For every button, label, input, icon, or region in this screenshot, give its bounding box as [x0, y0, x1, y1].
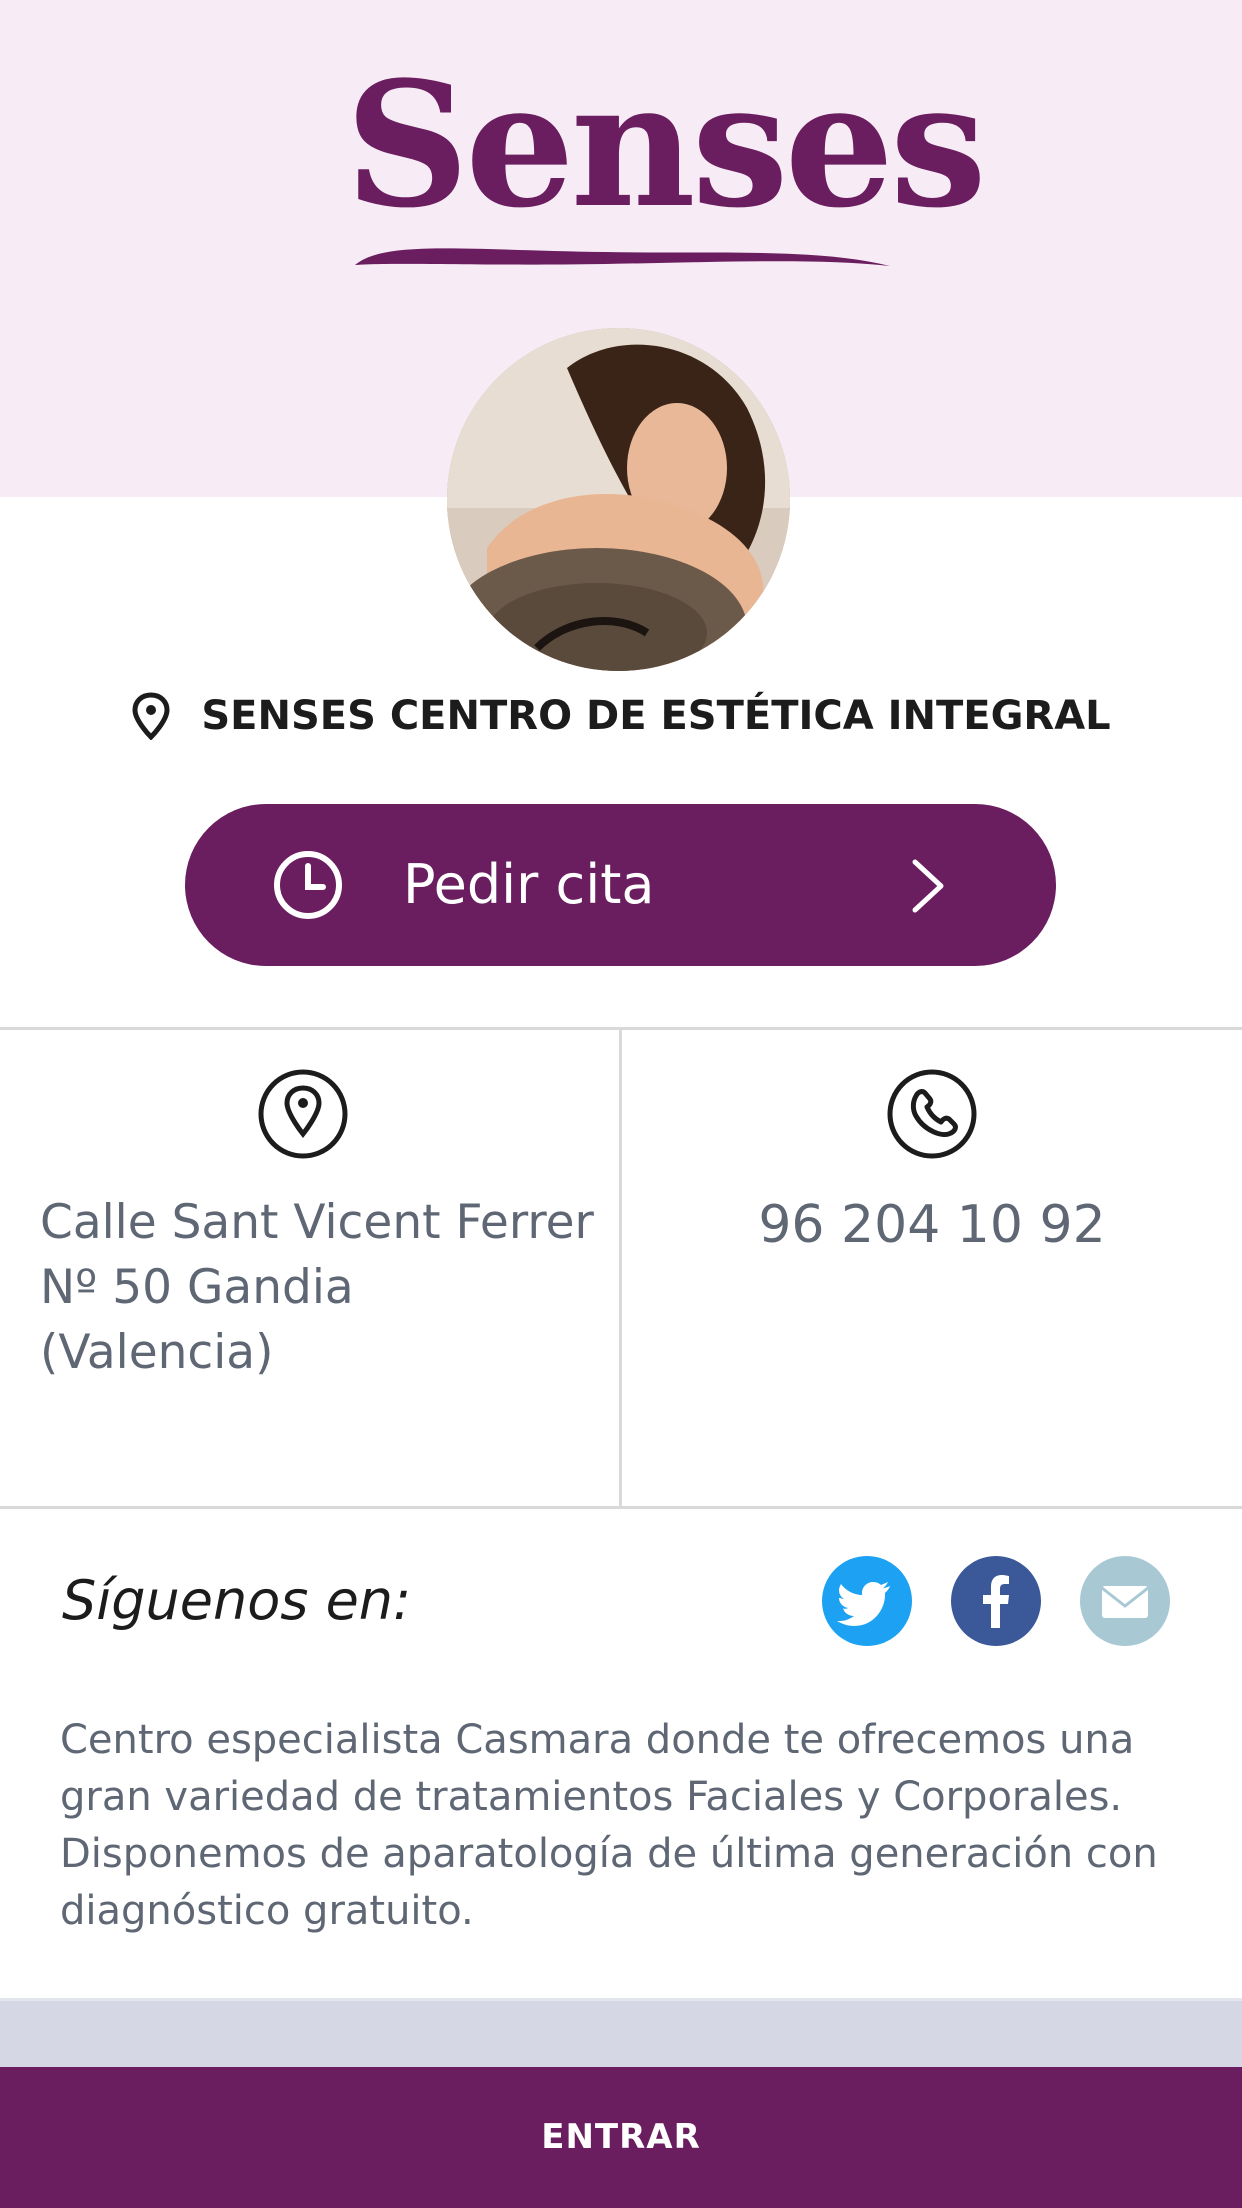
address-cell[interactable]: Calle Sant Vicent Ferrer Nº 50 Gandia (V…: [0, 1030, 619, 1506]
book-appointment-label: Pedir cita: [403, 853, 655, 916]
chevron-right-icon: [912, 859, 944, 913]
address-text: Calle Sant Vicent Ferrer Nº 50 Gandia (V…: [40, 1190, 600, 1385]
social-row: Síguenos en:: [0, 1546, 1242, 1656]
map-pin-icon: [132, 692, 170, 740]
enter-button-label: ENTRAR: [541, 2117, 701, 2157]
contact-info-grid: Calle Sant Vicent Ferrer Nº 50 Gandia (V…: [0, 1027, 1242, 1509]
address-line-2: Nº 50 Gandia (Valencia): [40, 1260, 354, 1380]
clock-icon: [274, 851, 342, 919]
phone-cell[interactable]: 96 204 10 92: [622, 1030, 1242, 1506]
address-line-1: Calle Sant Vicent Ferrer: [40, 1195, 594, 1250]
twitter-icon: [837, 1582, 890, 1626]
enter-button[interactable]: ENTRAR: [0, 2067, 1242, 2208]
logo-swoosh: [355, 248, 890, 266]
phone-circle-icon: [887, 1069, 977, 1159]
facebook-icon: [983, 1575, 1009, 1628]
business-name-row: SENSES CENTRO DE ESTÉTICA INTEGRAL: [0, 680, 1242, 752]
salon-avatar: [447, 328, 790, 671]
facebook-button[interactable]: [951, 1556, 1041, 1646]
book-appointment-button[interactable]: Pedir cita: [185, 804, 1056, 966]
lower-divider-band: [0, 1998, 1242, 2068]
business-name: SENSES CENTRO DE ESTÉTICA INTEGRAL: [201, 693, 1111, 739]
salon-photo: [447, 328, 790, 671]
email-button[interactable]: [1080, 1556, 1170, 1646]
business-description: Centro especialista Casmara donde te ofr…: [60, 1717, 1158, 1934]
follow-us-label: Síguenos en:: [62, 1569, 412, 1632]
map-pin-circle-icon: [258, 1069, 348, 1159]
mail-icon: [1101, 1586, 1149, 1618]
senses-logo: Senses: [345, 50, 987, 266]
phone-number: 96 204 10 92: [758, 1195, 1106, 1255]
twitter-button[interactable]: [822, 1556, 912, 1646]
